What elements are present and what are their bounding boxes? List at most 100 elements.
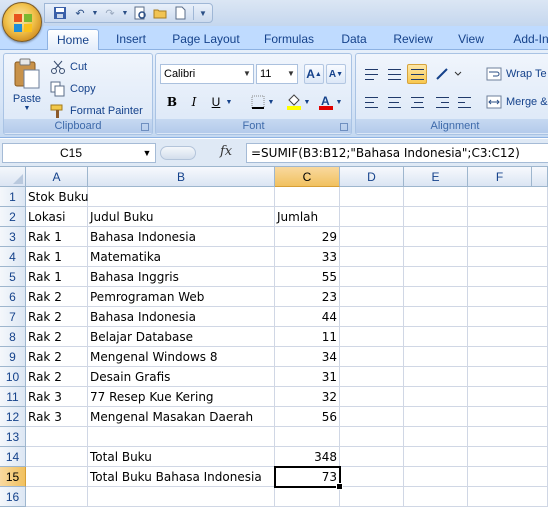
cell-f1[interactable] [468, 187, 548, 207]
undo-icon[interactable]: ↶ [71, 5, 89, 21]
row-header[interactable]: 6 [0, 287, 26, 307]
cell-b8[interactable]: Belajar Database [88, 327, 275, 347]
cell-d6[interactable] [340, 287, 404, 307]
align-middle-icon[interactable] [384, 64, 404, 84]
cell-a9[interactable]: Rak 2 [26, 347, 88, 367]
cell-f15[interactable] [468, 467, 548, 487]
cell-d13[interactable] [340, 427, 404, 447]
increase-indent-icon[interactable] [454, 92, 474, 112]
cell-b2[interactable]: Judul Buku [88, 207, 275, 227]
cell-a12[interactable]: Rak 3 [26, 407, 88, 427]
font-size-dropdown[interactable]: 11 ▼ [256, 64, 298, 84]
cell-b9[interactable]: Mengenal Windows 8 [88, 347, 275, 367]
font-dialog-launcher[interactable] [340, 123, 348, 131]
cell-c11[interactable]: 32 [275, 387, 340, 407]
cell-a1[interactable]: Stok Buku [26, 187, 88, 207]
cell-b16[interactable] [88, 487, 275, 507]
tab-view[interactable]: View [448, 29, 494, 50]
cell-d7[interactable] [340, 307, 404, 327]
row-header[interactable]: 14 [0, 447, 26, 467]
cell-c9[interactable]: 34 [275, 347, 340, 367]
cell-b6[interactable]: Pemrograman Web [88, 287, 275, 307]
row-header[interactable]: 7 [0, 307, 26, 327]
cell-b12[interactable]: Mengenal Masakan Daerah [88, 407, 275, 427]
column-header-f[interactable]: F [468, 167, 532, 187]
row-header[interactable]: 2 [0, 207, 26, 227]
cell-b11[interactable]: 77 Resep Kue Kering [88, 387, 275, 407]
cell-e2[interactable] [404, 207, 468, 227]
cell-f8[interactable] [468, 327, 548, 347]
cell-f10[interactable] [468, 367, 548, 387]
tab-home[interactable]: Home [47, 29, 99, 50]
cell-f3[interactable] [468, 227, 548, 247]
row-header[interactable]: 3 [0, 227, 26, 247]
cell-c16[interactable] [275, 487, 340, 507]
row-header[interactable]: 15 [0, 467, 26, 487]
row-header[interactable]: 11 [0, 387, 26, 407]
cell-e6[interactable] [404, 287, 468, 307]
customize-toolbar-icon[interactable]: ▼ [198, 5, 208, 21]
cell-c4[interactable]: 33 [275, 247, 340, 267]
cell-e8[interactable] [404, 327, 468, 347]
cell-f14[interactable] [468, 447, 548, 467]
clipboard-dialog-launcher[interactable] [141, 123, 149, 131]
cell-e9[interactable] [404, 347, 468, 367]
cell-c3[interactable]: 29 [275, 227, 340, 247]
cell-d1[interactable] [340, 187, 404, 207]
cell-a5[interactable]: Rak 1 [26, 267, 88, 287]
cell-c1[interactable] [275, 187, 340, 207]
italic-button[interactable]: I [184, 92, 204, 112]
name-box[interactable]: C15 ▼ [2, 143, 156, 163]
cell-a13[interactable] [26, 427, 88, 447]
cell-d2[interactable] [340, 207, 404, 227]
row-header[interactable]: 12 [0, 407, 26, 427]
row-header[interactable]: 13 [0, 427, 26, 447]
office-button[interactable] [2, 2, 42, 42]
borders-icon[interactable] [248, 92, 268, 112]
cell-f6[interactable] [468, 287, 548, 307]
cell-f2[interactable] [468, 207, 548, 227]
undo-dropdown-icon[interactable]: ▼ [91, 5, 99, 21]
row-header[interactable]: 10 [0, 367, 26, 387]
column-header-c[interactable]: C [275, 167, 340, 187]
redo-dropdown-icon[interactable]: ▼ [121, 5, 129, 21]
column-header-d[interactable]: D [340, 167, 404, 187]
cell-d3[interactable] [340, 227, 404, 247]
cell-b4[interactable]: Matematika [88, 247, 275, 267]
cell-a6[interactable]: Rak 2 [26, 287, 88, 307]
underline-button[interactable]: U [206, 92, 226, 112]
tab-data[interactable]: Data [332, 29, 376, 50]
cell-a14[interactable] [26, 447, 88, 467]
row-header[interactable]: 4 [0, 247, 26, 267]
tab-add-ins[interactable]: Add-In [506, 29, 548, 50]
cell-e14[interactable] [404, 447, 468, 467]
grow-font-icon[interactable]: A ▲ [304, 64, 324, 84]
cell-d14[interactable] [340, 447, 404, 467]
cell-d10[interactable] [340, 367, 404, 387]
cell-d12[interactable] [340, 407, 404, 427]
cell-f5[interactable] [468, 267, 548, 287]
cell-e12[interactable] [404, 407, 468, 427]
select-all-button[interactable] [0, 167, 26, 187]
bold-button[interactable]: B [162, 92, 182, 112]
cell-e10[interactable] [404, 367, 468, 387]
tab-formulas[interactable]: Formulas [256, 29, 322, 50]
align-top-icon[interactable] [361, 64, 381, 84]
cell-b7[interactable]: Bahasa Indonesia [88, 307, 275, 327]
cell-d16[interactable] [340, 487, 404, 507]
copy-button[interactable]: Copy [50, 79, 96, 99]
paste-button[interactable]: Paste ▼ [8, 58, 46, 116]
cell-a8[interactable]: Rak 2 [26, 327, 88, 347]
fill-color-dropdown-icon[interactable]: ▼ [302, 92, 312, 112]
cell-c7[interactable]: 44 [275, 307, 340, 327]
borders-dropdown-icon[interactable]: ▼ [266, 92, 276, 112]
cell-c10[interactable]: 31 [275, 367, 340, 387]
align-right-icon[interactable] [407, 92, 427, 112]
cell-f12[interactable] [468, 407, 548, 427]
cell-d8[interactable] [340, 327, 404, 347]
insert-function-icon[interactable]: fx [220, 144, 232, 159]
cell-e13[interactable] [404, 427, 468, 447]
cell-b13[interactable] [88, 427, 275, 447]
cell-b10[interactable]: Desain Grafis [88, 367, 275, 387]
cell-b15[interactable]: Total Buku Bahasa Indonesia [88, 467, 275, 487]
